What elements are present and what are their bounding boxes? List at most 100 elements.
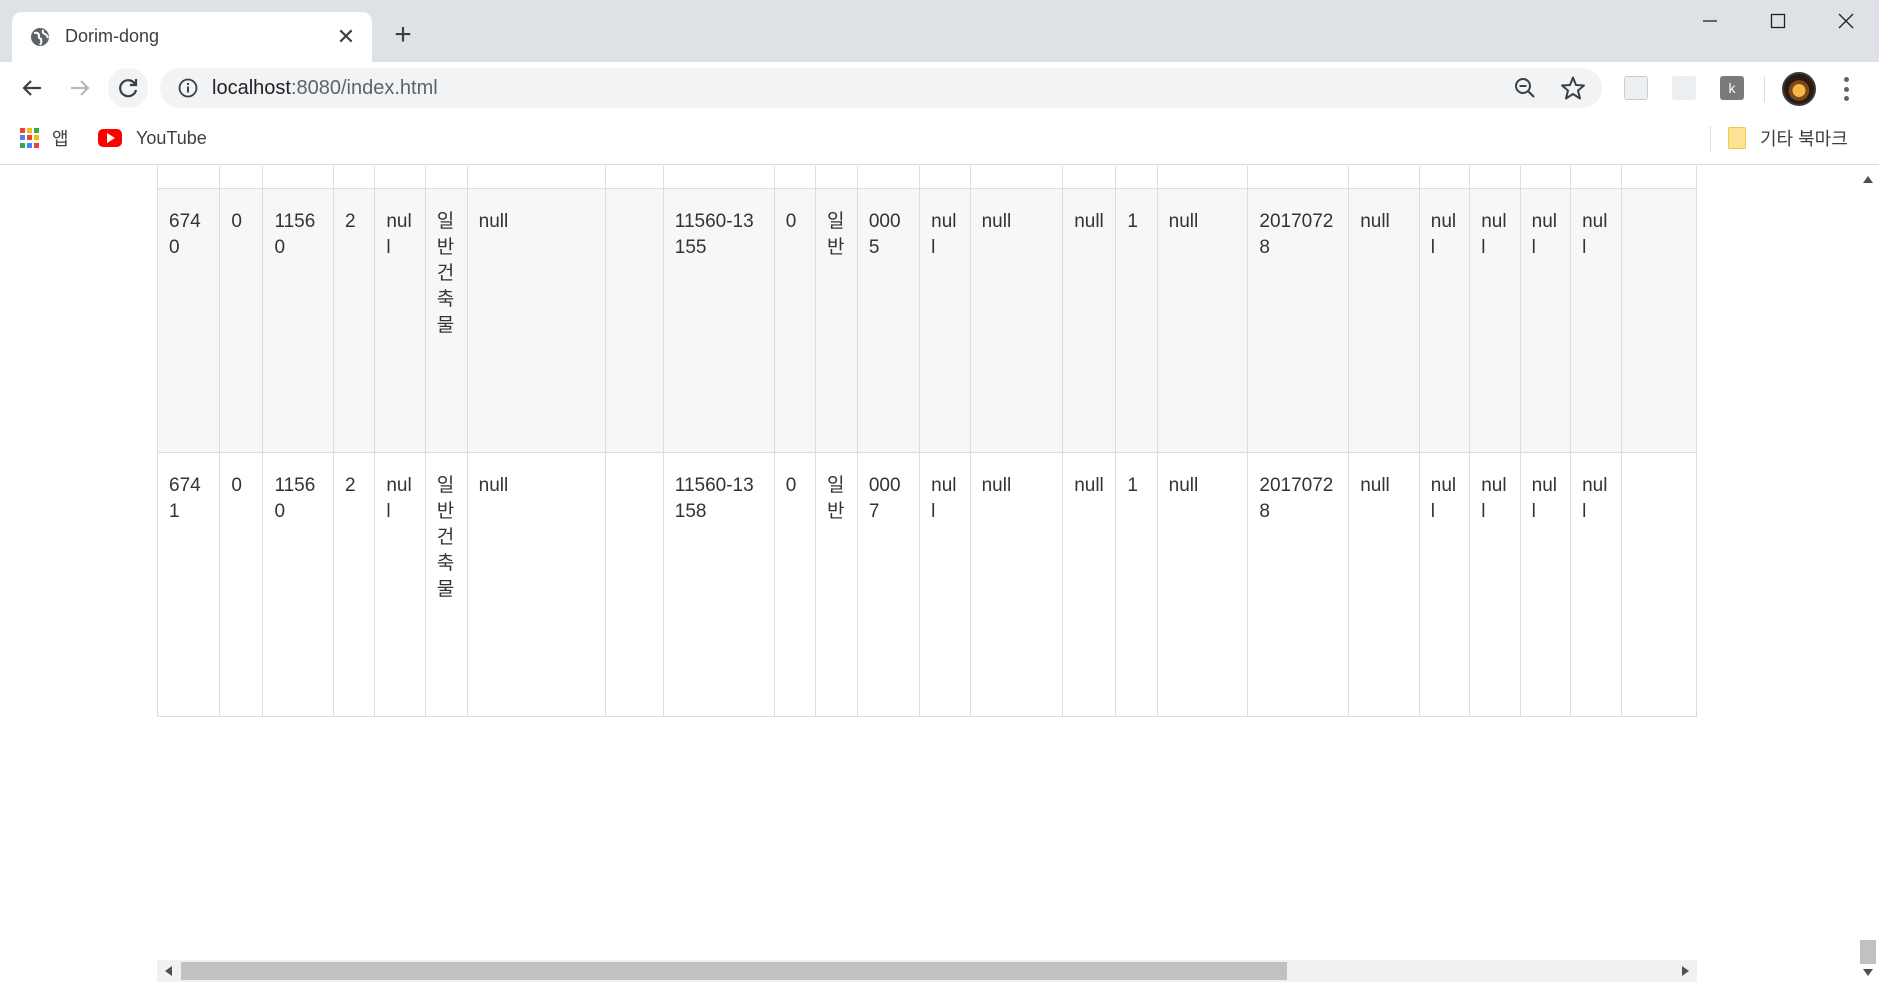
- table-cell: null: [1156, 452, 1249, 717]
- table-cell: 0: [219, 166, 264, 189]
- tab-close-icon[interactable]: ✕: [334, 25, 358, 49]
- table-cell: [1620, 166, 1697, 189]
- table-cell: 0006: [856, 166, 921, 189]
- table-cell: [605, 166, 664, 189]
- bookmark-apps-label: 앱: [52, 129, 69, 149]
- forward-button[interactable]: [60, 68, 100, 108]
- reload-button[interactable]: [108, 68, 148, 108]
- horizontal-scroll-thumb[interactable]: [181, 962, 1287, 980]
- minimize-icon: [1703, 20, 1717, 22]
- browser-tab[interactable]: Dorim-dong ✕: [12, 12, 372, 62]
- table-cell: 0: [773, 188, 816, 453]
- vertical-scroll-thumb[interactable]: [1860, 940, 1876, 964]
- table-cell: 0: [773, 166, 816, 189]
- table-cell: 20170728: [1247, 188, 1350, 453]
- table-cell: 11560: [262, 166, 335, 189]
- table-cell: 1: [1115, 166, 1158, 189]
- address-bar[interactable]: localhost:8080/index.html: [160, 68, 1602, 108]
- url-text[interactable]: localhost:8080/index.html: [212, 77, 438, 100]
- page-viewport: 67390115602null일반건축물null11560-131540일반00…: [0, 166, 1879, 982]
- table-row: 67390115602null일반건축물null11560-131540일반00…: [157, 166, 1697, 189]
- table-cell: [1620, 452, 1697, 717]
- table-cell: null: [969, 452, 1064, 717]
- table-cell: 일반: [814, 188, 858, 453]
- youtube-icon: [98, 129, 122, 147]
- table-cell: 일반건축물: [424, 452, 468, 717]
- close-icon: [1838, 13, 1854, 29]
- back-button[interactable]: [12, 68, 52, 108]
- window-minimize-button[interactable]: [1675, 0, 1745, 42]
- tab-title: Dorim-dong: [65, 26, 160, 46]
- bookmark-youtube[interactable]: YouTube: [98, 124, 207, 152]
- table-cell: null: [1519, 188, 1572, 453]
- table-cell: 11560-13158: [662, 452, 775, 717]
- new-tab-plus-icon[interactable]: +: [388, 20, 418, 50]
- table-cell: 일반건축물: [424, 188, 468, 453]
- extension-k-icon[interactable]: k: [1720, 76, 1744, 100]
- scroll-right-arrow-icon[interactable]: [1682, 966, 1689, 976]
- table-cell: 일반: [814, 166, 858, 189]
- arrow-right-icon: [71, 80, 90, 96]
- table-cell: 6741: [157, 452, 221, 717]
- bookmarks-divider: [1710, 126, 1711, 152]
- table-cell: null: [1348, 166, 1420, 189]
- table-cell: null: [1570, 188, 1622, 453]
- tab-strip: Dorim-dong ✕ +: [0, 0, 1879, 62]
- table-cell: null: [1570, 166, 1622, 189]
- table-cell: null: [1348, 188, 1420, 453]
- bookmark-apps[interactable]: 앱: [20, 124, 69, 152]
- table-row: 6741 0 11560 2 null 일반건축물 null 11560-13158 0 일반 00…: [157, 452, 1697, 717]
- browser-menu-icon[interactable]: [1836, 74, 1856, 104]
- table-cell: 11560: [262, 188, 335, 453]
- apps-grid-icon: [20, 128, 40, 148]
- bookmark-other-folder[interactable]: 기타 북마크: [1728, 124, 1848, 152]
- table-row: 6740 0 11560 2 null 일반건축물 null 11560-13155 0 일반 00…: [157, 188, 1697, 453]
- window-maximize-button[interactable]: [1743, 0, 1813, 42]
- url-host: localhost: [212, 77, 291, 99]
- table-cell: null: [919, 452, 971, 717]
- table-cell: null: [1469, 452, 1521, 717]
- folder-icon: [1728, 127, 1746, 149]
- scroll-left-arrow-icon[interactable]: [165, 966, 172, 976]
- table-cell: null: [374, 452, 426, 717]
- table-cell: null: [919, 188, 971, 453]
- url-path: :8080/index.html: [290, 77, 438, 99]
- bookmark-youtube-label: YouTube: [136, 127, 207, 148]
- vertical-scrollbar[interactable]: [1857, 166, 1879, 982]
- table-cell: null: [969, 188, 1064, 453]
- table-cell: 1: [1115, 452, 1158, 717]
- window-close-button[interactable]: [1811, 0, 1879, 42]
- toolbar-divider: [1764, 76, 1765, 102]
- zoom-out-icon[interactable]: [1513, 76, 1537, 100]
- scroll-down-arrow-icon[interactable]: [1863, 969, 1873, 976]
- maximize-icon: [1770, 13, 1786, 29]
- table-cell: null: [1062, 452, 1117, 717]
- table-cell: null: [1570, 452, 1622, 717]
- arrow-left-icon: [22, 80, 41, 96]
- info-icon[interactable]: [178, 78, 198, 98]
- table-cell: 11560-13154: [662, 166, 775, 189]
- profile-avatar[interactable]: [1782, 72, 1816, 106]
- table-cell: 2: [333, 166, 376, 189]
- table-cell: 0: [219, 452, 264, 717]
- table-cell: 2: [333, 188, 376, 453]
- extension-screen-icon[interactable]: [1672, 76, 1696, 100]
- table-cell: 20170728: [1247, 166, 1350, 189]
- table-cell: [605, 188, 664, 453]
- table-cell: null: [374, 188, 426, 453]
- browser-toolbar: localhost:8080/index.html k: [0, 62, 1879, 114]
- table-cell: 6739: [157, 166, 221, 189]
- bookmarks-bar: 앱 YouTube 기타 북마크: [0, 114, 1879, 165]
- table-cell: 0007: [856, 452, 921, 717]
- table-cell: null: [1519, 452, 1572, 717]
- extension-shield-icon[interactable]: [1624, 76, 1648, 100]
- bookmark-other-label: 기타 북마크: [1760, 129, 1848, 149]
- table-cell: null: [1418, 166, 1471, 189]
- table-cell: 0: [219, 188, 264, 453]
- table-cell: null: [466, 188, 607, 453]
- table-cell: null: [1156, 188, 1249, 453]
- scroll-up-arrow-icon[interactable]: [1863, 176, 1873, 183]
- table-cell: null: [1519, 166, 1572, 189]
- bookmark-star-icon[interactable]: [1560, 75, 1586, 101]
- horizontal-scrollbar[interactable]: [157, 960, 1697, 982]
